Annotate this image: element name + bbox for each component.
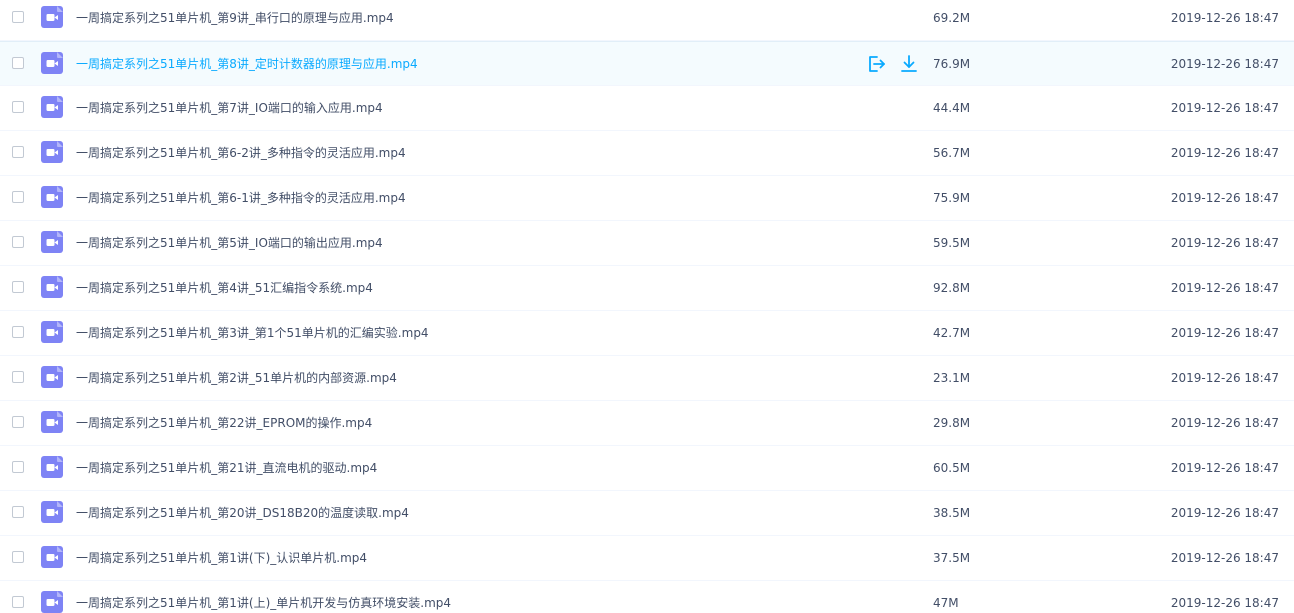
- file-row[interactable]: 一周搞定系列之51单片机_第5讲_IO端口的输出应用.mp4 59.5M 2019-…: [0, 221, 1294, 266]
- file-size: 38.5M: [933, 506, 971, 520]
- row-checkbox[interactable]: [12, 551, 24, 563]
- file-modified-date: 2019-12-26 18:47: [1170, 551, 1279, 565]
- file-row[interactable]: 一周搞定系列之51单片机_第8讲_定时计数器的原理与应用.mp4 76.9M 201…: [0, 41, 1294, 86]
- file-modified-date: 2019-12-26 18:47: [1170, 11, 1279, 25]
- video-file-icon: [41, 321, 63, 343]
- download-icon[interactable]: [899, 54, 919, 74]
- share-icon[interactable]: [866, 54, 886, 74]
- file-modified-date: 2019-12-26 18:47: [1170, 461, 1279, 475]
- row-checkbox[interactable]: [12, 236, 24, 248]
- file-size: 76.9M: [933, 57, 971, 71]
- video-file-icon: [41, 546, 63, 568]
- file-row[interactable]: 一周搞定系列之51单片机_第1讲(下)_认识单片机.mp4 37.5M 2019-1…: [0, 536, 1294, 581]
- file-name-link[interactable]: 一周搞定系列之51单片机_第3讲_第1个51单片机的汇编实验.mp4: [76, 325, 429, 341]
- file-size: 92.8M: [933, 281, 971, 295]
- file-row[interactable]: 一周搞定系列之51单片机_第3讲_第1个51单片机的汇编实验.mp4 42.7M 2…: [0, 311, 1294, 356]
- file-row[interactable]: 一周搞定系列之51单片机_第9讲_串行口的原理与应用.mp4 69.2M 2019-…: [0, 0, 1294, 41]
- file-row[interactable]: 一周搞定系列之51单片机_第1讲(上)_单片机开发与仿真环境安装.mp4 47M 2…: [0, 581, 1294, 613]
- video-file-icon: [41, 52, 63, 74]
- video-file-icon: [41, 231, 63, 253]
- file-modified-date: 2019-12-26 18:47: [1170, 326, 1279, 340]
- file-size: 75.9M: [933, 191, 971, 205]
- video-file-icon: [41, 141, 63, 163]
- file-size: 37.5M: [933, 551, 971, 565]
- file-modified-date: 2019-12-26 18:47: [1170, 416, 1279, 430]
- row-checkbox[interactable]: [12, 281, 24, 293]
- file-name-link[interactable]: 一周搞定系列之51单片机_第4讲_51汇编指令系统.mp4: [76, 280, 373, 296]
- file-name-link[interactable]: 一周搞定系列之51单片机_第7讲_IO端口的输入应用.mp4: [76, 100, 383, 116]
- file-modified-date: 2019-12-26 18:47: [1170, 57, 1279, 71]
- file-size: 23.1M: [933, 371, 971, 385]
- file-size: 69.2M: [933, 11, 971, 25]
- file-row[interactable]: 一周搞定系列之51单片机_第6-2讲_多种指令的灵活应用.mp4 56.7M 201…: [0, 131, 1294, 176]
- row-checkbox[interactable]: [12, 596, 24, 608]
- file-size: 59.5M: [933, 236, 971, 250]
- file-modified-date: 2019-12-26 18:47: [1170, 371, 1279, 385]
- video-file-icon: [41, 366, 63, 388]
- file-name-link[interactable]: 一周搞定系列之51单片机_第20讲_DS18B20的温度读取.mp4: [76, 505, 409, 521]
- row-checkbox[interactable]: [12, 11, 24, 23]
- file-size: 56.7M: [933, 146, 971, 160]
- file-row[interactable]: 一周搞定系列之51单片机_第4讲_51汇编指令系统.mp4 92.8M 2019-1…: [0, 266, 1294, 311]
- row-checkbox[interactable]: [12, 191, 24, 203]
- file-row[interactable]: 一周搞定系列之51单片机_第20讲_DS18B20的温度读取.mp4 38.5M 2…: [0, 491, 1294, 536]
- video-file-icon: [41, 276, 63, 298]
- file-row[interactable]: 一周搞定系列之51单片机_第7讲_IO端口的输入应用.mp4 44.4M 2019-…: [0, 86, 1294, 131]
- row-checkbox[interactable]: [12, 506, 24, 518]
- file-size: 60.5M: [933, 461, 971, 475]
- file-modified-date: 2019-12-26 18:47: [1170, 281, 1279, 295]
- file-name-link[interactable]: 一周搞定系列之51单片机_第1讲(上)_单片机开发与仿真环境安装.mp4: [76, 595, 451, 611]
- video-file-icon: [41, 591, 63, 613]
- file-size: 47M: [933, 596, 959, 610]
- file-modified-date: 2019-12-26 18:47: [1170, 146, 1279, 160]
- file-modified-date: 2019-12-26 18:47: [1170, 506, 1279, 520]
- file-name-link[interactable]: 一周搞定系列之51单片机_第2讲_51单片机的内部资源.mp4: [76, 370, 397, 386]
- file-modified-date: 2019-12-26 18:47: [1170, 236, 1279, 250]
- file-modified-date: 2019-12-26 18:47: [1170, 596, 1279, 610]
- file-list: 一周搞定系列之51单片机_第9讲_串行口的原理与应用.mp4 69.2M 2019-…: [0, 0, 1294, 613]
- file-size: 44.4M: [933, 101, 971, 115]
- file-name-link[interactable]: 一周搞定系列之51单片机_第6-2讲_多种指令的灵活应用.mp4: [76, 145, 406, 161]
- video-file-icon: [41, 6, 63, 28]
- file-name-link[interactable]: 一周搞定系列之51单片机_第22讲_EPROM的操作.mp4: [76, 415, 372, 431]
- video-file-icon: [41, 186, 63, 208]
- row-checkbox[interactable]: [12, 416, 24, 428]
- file-row[interactable]: 一周搞定系列之51单片机_第21讲_直流电机的驱动.mp4 60.5M 2019-1…: [0, 446, 1294, 491]
- file-name-link[interactable]: 一周搞定系列之51单片机_第1讲(下)_认识单片机.mp4: [76, 550, 367, 566]
- file-modified-date: 2019-12-26 18:47: [1170, 101, 1279, 115]
- file-name-link[interactable]: 一周搞定系列之51单片机_第21讲_直流电机的驱动.mp4: [76, 460, 377, 476]
- file-name-link[interactable]: 一周搞定系列之51单片机_第6-1讲_多种指令的灵活应用.mp4: [76, 190, 406, 206]
- video-file-icon: [41, 501, 63, 523]
- row-checkbox[interactable]: [12, 461, 24, 473]
- row-checkbox[interactable]: [12, 101, 24, 113]
- file-row[interactable]: 一周搞定系列之51单片机_第2讲_51单片机的内部资源.mp4 23.1M 2019…: [0, 356, 1294, 401]
- video-file-icon: [41, 456, 63, 478]
- file-modified-date: 2019-12-26 18:47: [1170, 191, 1279, 205]
- row-checkbox[interactable]: [12, 57, 24, 69]
- file-name-link[interactable]: 一周搞定系列之51单片机_第5讲_IO端口的输出应用.mp4: [76, 235, 383, 251]
- file-size: 29.8M: [933, 416, 971, 430]
- row-checkbox[interactable]: [12, 371, 24, 383]
- file-name-link[interactable]: 一周搞定系列之51单片机_第8讲_定时计数器的原理与应用.mp4: [76, 56, 418, 72]
- video-file-icon: [41, 96, 63, 118]
- row-checkbox[interactable]: [12, 326, 24, 338]
- video-file-icon: [41, 411, 63, 433]
- file-row[interactable]: 一周搞定系列之51单片机_第6-1讲_多种指令的灵活应用.mp4 75.9M 201…: [0, 176, 1294, 221]
- file-row[interactable]: 一周搞定系列之51单片机_第22讲_EPROM的操作.mp4 29.8M 2019-…: [0, 401, 1294, 446]
- file-size: 42.7M: [933, 326, 971, 340]
- file-name-link[interactable]: 一周搞定系列之51单片机_第9讲_串行口的原理与应用.mp4: [76, 10, 394, 26]
- row-checkbox[interactable]: [12, 146, 24, 158]
